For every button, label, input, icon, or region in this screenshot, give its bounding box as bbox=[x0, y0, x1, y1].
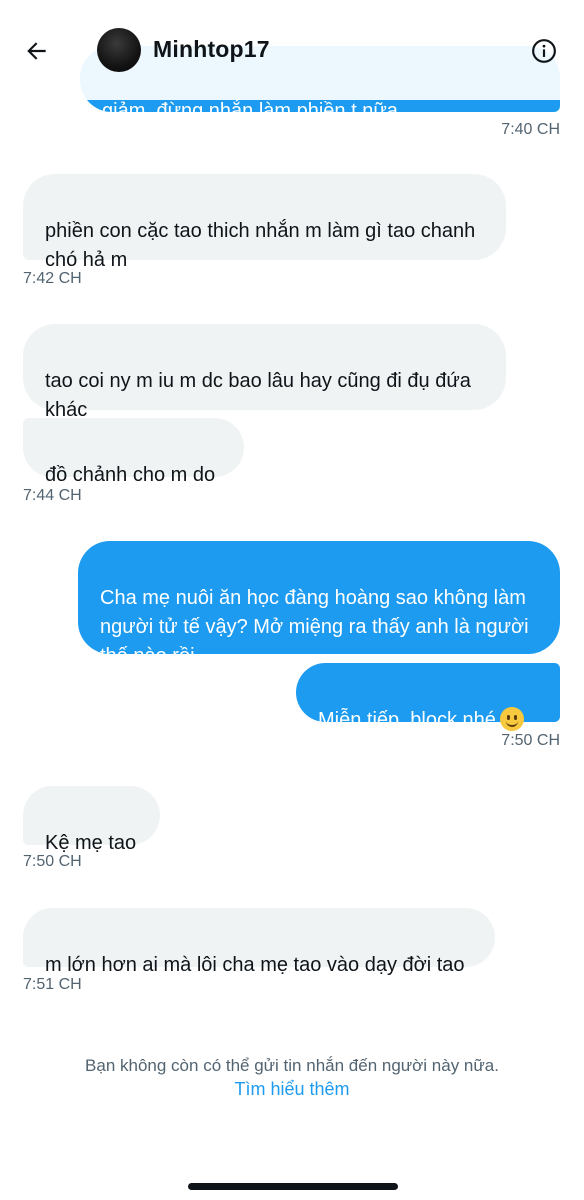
slightly-smiling-face-icon bbox=[499, 707, 524, 731]
info-button[interactable] bbox=[529, 36, 559, 66]
contact-name[interactable]: Minhtop17 bbox=[153, 36, 270, 63]
message-timestamp: 7:51 CH bbox=[23, 976, 82, 993]
info-circle-icon bbox=[532, 39, 556, 63]
message-text: Miễn tiếp, block nhé bbox=[318, 709, 496, 731]
blocked-notice: Bạn không còn có thể gửi tin nhắn đến ng… bbox=[85, 1056, 499, 1075]
message-bubble-outgoing[interactable]: Cha mẹ nuôi ăn học đàng hoàng sao không … bbox=[78, 541, 560, 667]
learn-more-link[interactable]: Tìm hiểu thêm bbox=[0, 1079, 584, 1100]
message-bubble-incoming[interactable]: Kệ mẹ tao bbox=[23, 786, 160, 854]
message-text: Cha mẹ nuôi ăn học đàng hoàng sao không … bbox=[100, 587, 529, 667]
message-bubble-incoming[interactable]: đồ chảnh cho m do bbox=[23, 418, 244, 486]
message-timestamp: 7:50 CH bbox=[501, 732, 560, 749]
message-timestamp: 7:40 CH bbox=[501, 121, 560, 138]
message-timestamp: 7:44 CH bbox=[23, 487, 82, 504]
back-button[interactable] bbox=[22, 36, 52, 66]
conversation-header: Minhtop17 bbox=[0, 0, 584, 100]
message-text: giảm, đừng nhắn làm phiền t nữa bbox=[102, 100, 398, 112]
message-text: m lớn hơn ai mà lôi cha mẹ tao vào dạy đ… bbox=[45, 954, 465, 976]
home-indicator[interactable] bbox=[188, 1183, 398, 1190]
message-bubble-incoming[interactable]: m lớn hơn ai mà lôi cha mẹ tao vào dạy đ… bbox=[23, 908, 495, 976]
message-text: phiền con cặc tao thich nhắn m làm gì ta… bbox=[45, 220, 476, 271]
arrow-left-icon bbox=[27, 42, 46, 60]
message-timestamp: 7:42 CH bbox=[23, 270, 82, 287]
message-bubble-incoming[interactable]: phiền con cặc tao thich nhắn m làm gì ta… bbox=[23, 174, 506, 271]
message-bubble-incoming[interactable]: tao coi ny m iu m dc bao lâu hay cũng đi… bbox=[23, 324, 506, 421]
message-text: đồ chảnh cho m do bbox=[45, 464, 216, 486]
avatar[interactable] bbox=[97, 28, 141, 72]
message-bubble-outgoing[interactable]: Miễn tiếp, block nhé bbox=[296, 663, 560, 731]
message-text: Kệ mẹ tao bbox=[45, 832, 137, 854]
message-timestamp: 7:50 CH bbox=[23, 853, 82, 870]
message-text: tao coi ny m iu m dc bao lâu hay cũng đi… bbox=[45, 370, 471, 421]
